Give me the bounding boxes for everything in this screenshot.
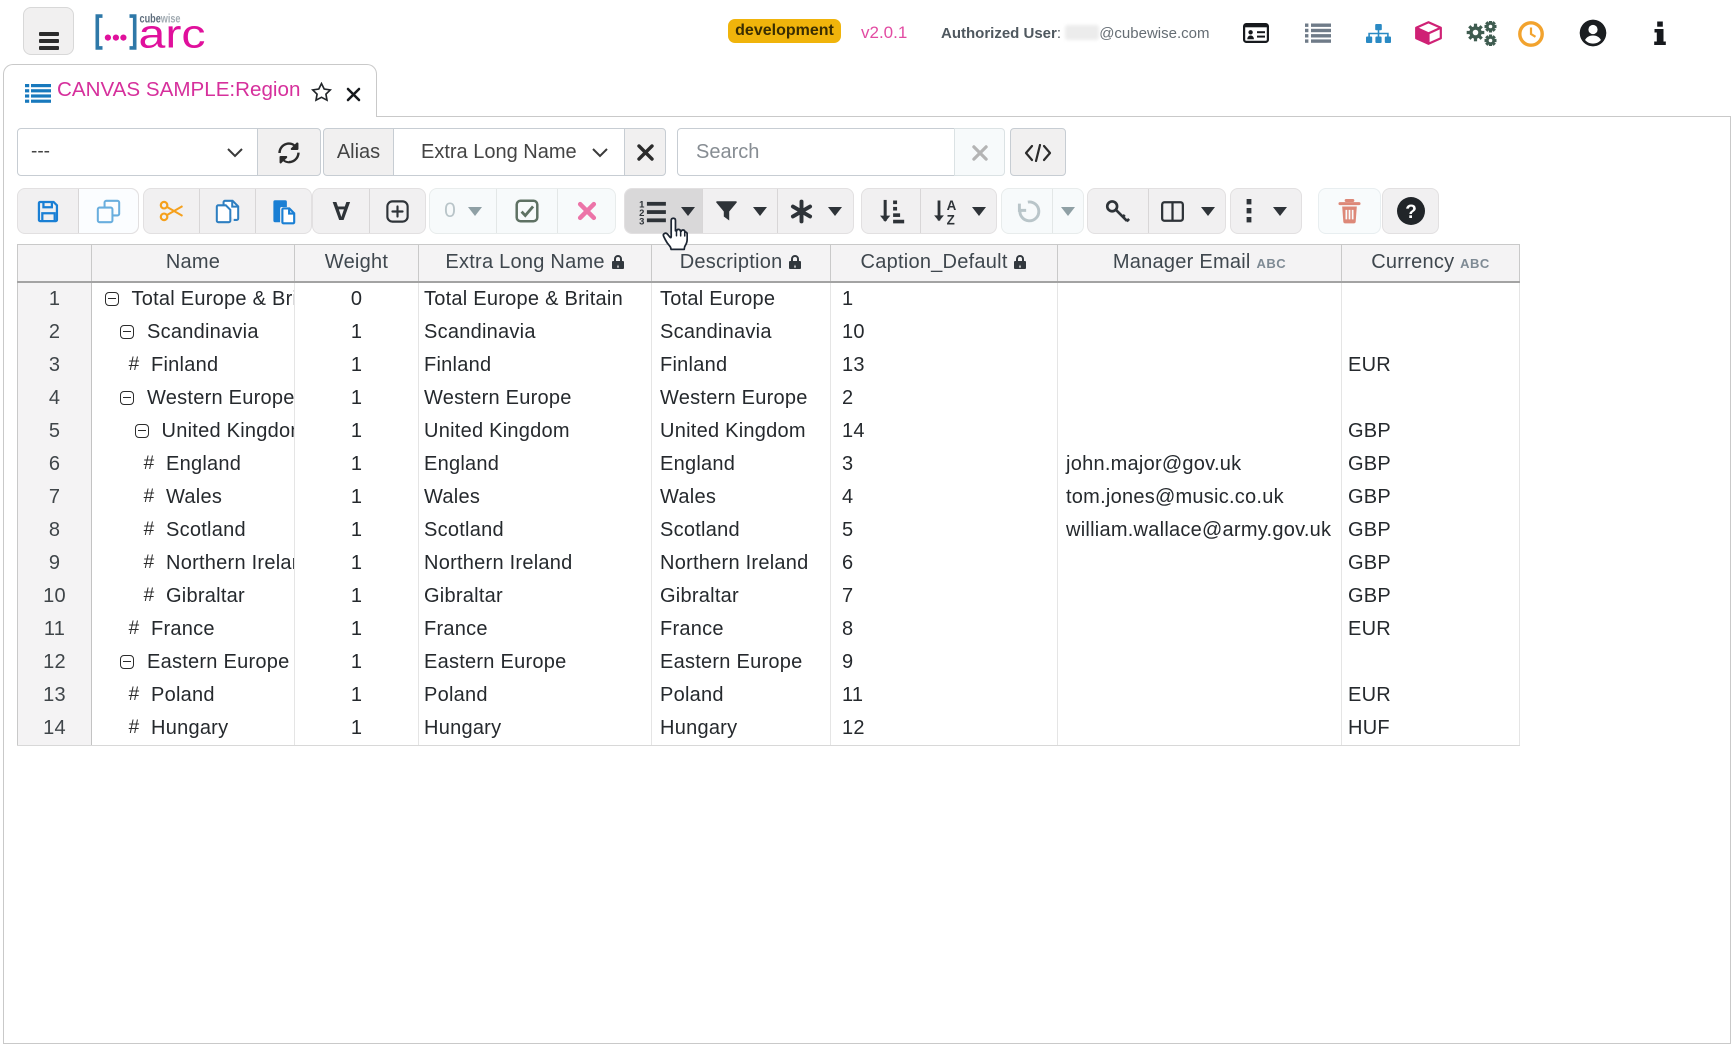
svg-text:3: 3 (639, 216, 644, 225)
svg-text:Z: Z (946, 212, 954, 225)
svg-text:arc: arc (139, 13, 206, 53)
svg-text:A: A (946, 198, 956, 213)
svg-text:?: ? (1405, 202, 1417, 223)
